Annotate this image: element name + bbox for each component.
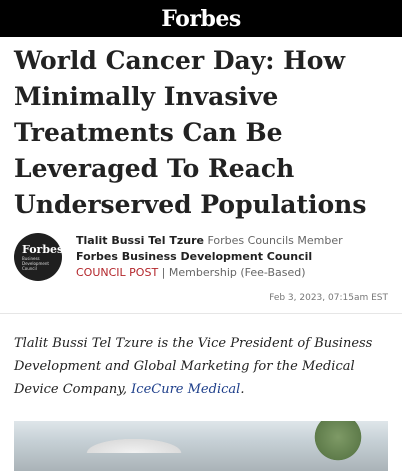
- author-block: Forbes Business Development Council Tlal…: [14, 233, 392, 281]
- meta-separator: |: [161, 266, 166, 279]
- council-avatar[interactable]: Forbes Business Development Council: [14, 233, 64, 281]
- membership-label: Membership (Fee-Based): [168, 266, 306, 279]
- council-post-link[interactable]: COUNCIL POST: [76, 266, 158, 279]
- avatar-sub-line-3: Council: [22, 265, 37, 271]
- icecure-medical-link[interactable]: IceCure Medical: [131, 382, 240, 397]
- site-header: Forbes: [0, 0, 402, 37]
- council-name-link[interactable]: Forbes Business Development Council: [76, 250, 312, 263]
- article-headline: World Cancer Day: How Minimally Invasive…: [14, 46, 367, 219]
- umbrella-shape: [74, 435, 194, 453]
- author-name-link[interactable]: Tlalit Bussi Tel Tzure: [76, 234, 204, 247]
- intro-end: .: [240, 382, 245, 397]
- author-intro: Tlalit Bussi Tel Tzure is the Vice Presi…: [14, 332, 392, 401]
- avatar-logo-text: Forbes: [22, 242, 64, 256]
- publish-date: Feb 3, 2023, 07:15am EST: [269, 293, 388, 303]
- divider: [0, 313, 402, 314]
- author-meta: Tlalit Bussi Tel Tzure Forbes Councils M…: [76, 233, 343, 281]
- tree-shape: [308, 421, 368, 461]
- hero-image: [14, 421, 388, 471]
- forbes-logo[interactable]: Forbes: [161, 6, 241, 32]
- author-role: Forbes Councils Member: [207, 234, 343, 247]
